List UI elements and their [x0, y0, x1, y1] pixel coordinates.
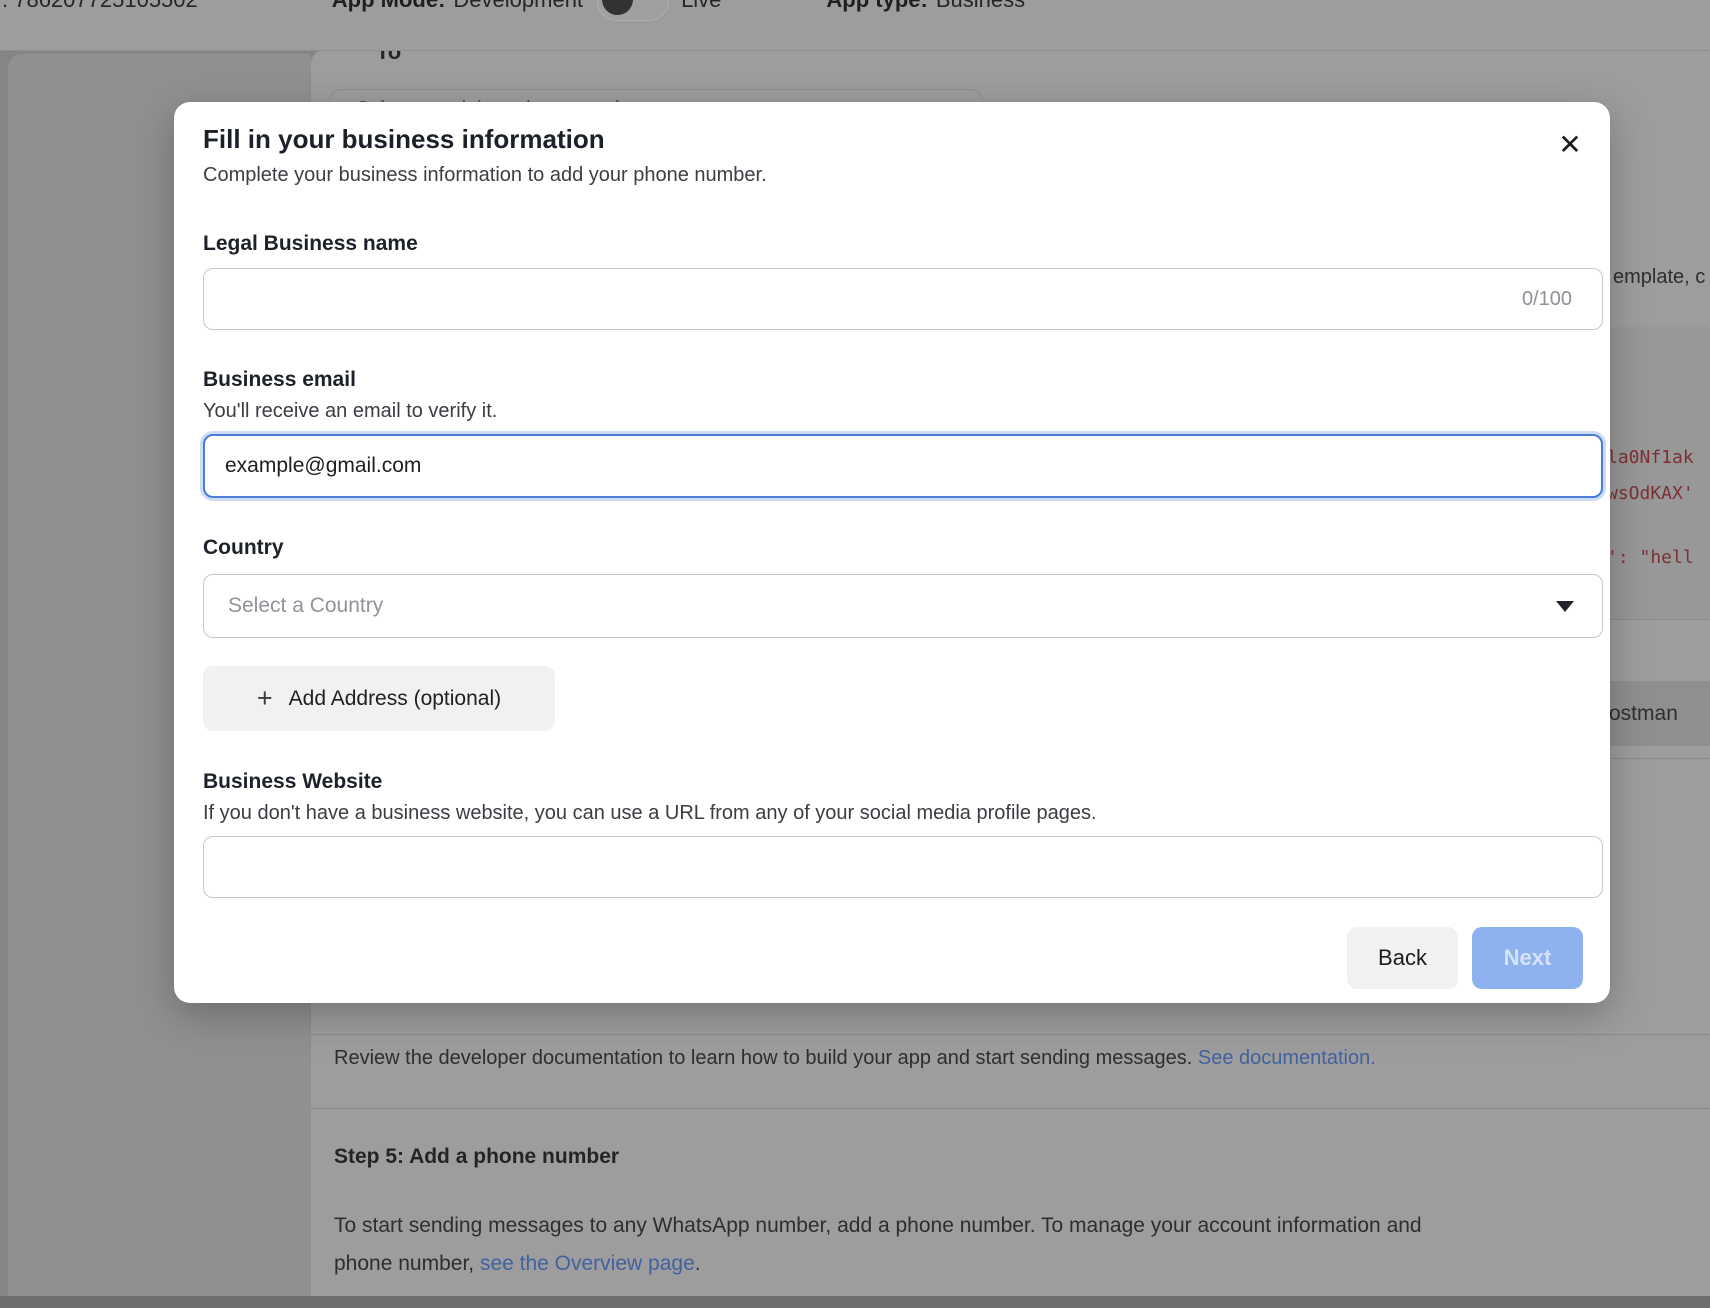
section-divider: [1603, 619, 1710, 620]
add-address-button[interactable]: + Add Address (optional): [203, 666, 555, 731]
live-label: Live: [681, 0, 721, 13]
app-mode-value: Development: [453, 0, 583, 13]
back-button[interactable]: Back: [1347, 927, 1458, 989]
app-mode-toggle[interactable]: [597, 0, 669, 21]
code-fragment-line2: wsOdKAX': [1607, 483, 1694, 504]
postman-tab[interactable]: Postman: [1597, 681, 1710, 746]
country-label: Country: [203, 536, 284, 560]
email-input[interactable]: [205, 436, 1601, 496]
docs-text: Review the developer documentation to le…: [334, 1047, 1198, 1069]
email-field-box: [203, 434, 1603, 498]
char-counter: 0/100: [1522, 269, 1572, 329]
docs-paragraph: Review the developer documentation to le…: [334, 1047, 1634, 1070]
website-label: Business Website: [203, 770, 382, 794]
modal-subtitle: Complete your business information to ad…: [203, 164, 767, 187]
email-label: Business email: [203, 368, 356, 392]
add-address-label: Add Address (optional): [289, 687, 501, 711]
business-info-modal: Fill in your business information Comple…: [174, 102, 1610, 1003]
app-type-value: Business: [936, 0, 1025, 13]
app-type-label: App type:: [826, 0, 927, 13]
step5-text-suffix: .: [695, 1252, 701, 1275]
website-field-box: [203, 836, 1603, 898]
app-toolbar: : 786207725105502 App Mode: Development …: [0, 0, 1710, 51]
close-icon[interactable]: ✕: [1550, 124, 1590, 164]
code-fragment-line3: ': "hell: [1607, 547, 1694, 568]
section-divider: [311, 1108, 1710, 1109]
section-divider: [1597, 758, 1710, 759]
see-documentation-link[interactable]: See documentation.: [1198, 1047, 1376, 1069]
website-helper: If you don't have a business website, yo…: [203, 802, 1097, 825]
screen: To Select a recipient phone number empla…: [0, 0, 1710, 1308]
modal-title: Fill in your business information: [203, 124, 605, 155]
next-button[interactable]: Next: [1472, 927, 1583, 989]
toggle-knob-icon: [602, 0, 633, 15]
step5-title: Step 5: Add a phone number: [334, 1145, 619, 1169]
email-helper: You'll receive an email to verify it.: [203, 400, 497, 423]
website-input[interactable]: [204, 837, 1602, 897]
app-mode-label: App Mode:: [332, 0, 446, 13]
legal-name-input[interactable]: [204, 269, 1602, 329]
app-id-text: : 786207725105502: [2, 0, 198, 13]
legal-name-label: Legal Business name: [203, 232, 418, 256]
step5-text-line1: To start sending messages to any WhatsAp…: [334, 1214, 1422, 1237]
overview-page-link[interactable]: see the Overview page: [480, 1252, 695, 1275]
country-placeholder: Select a Country: [228, 594, 383, 618]
bottom-edge-strip: [0, 1296, 1710, 1308]
legal-name-field-box: 0/100: [203, 268, 1603, 330]
section-divider: [311, 1034, 1710, 1035]
step5-text-line2: phone number,: [334, 1252, 480, 1275]
step5-paragraph: To start sending messages to any WhatsAp…: [334, 1207, 1574, 1283]
code-fragment-line1: la0Nf1ak: [1607, 447, 1694, 468]
country-select[interactable]: Select a Country: [203, 574, 1603, 638]
code-sample-block: la0Nf1ak wsOdKAX' ': "hell: [1603, 327, 1710, 619]
template-text-fragment: emplate, c: [1613, 266, 1705, 289]
chevron-down-icon: [1556, 601, 1574, 612]
plus-icon: +: [257, 683, 273, 714]
